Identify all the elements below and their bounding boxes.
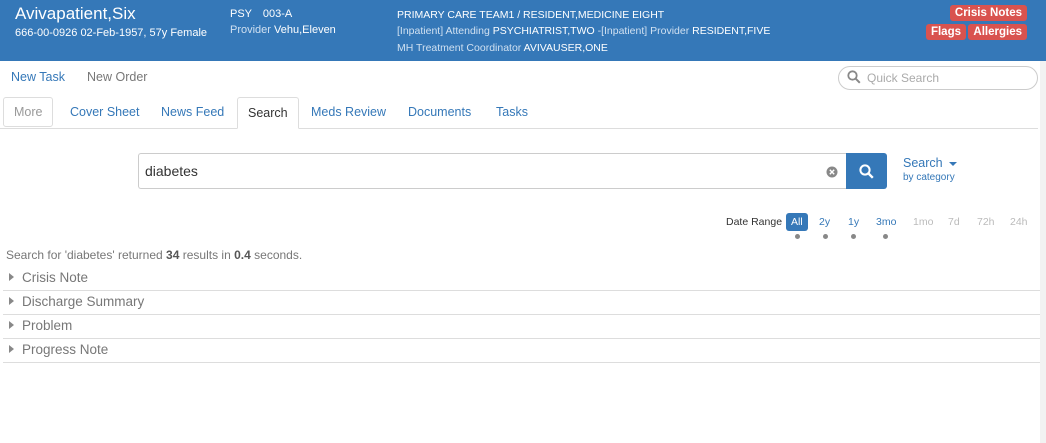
crisis-notes-badge[interactable]: Crisis Notes (949, 5, 1027, 21)
tab-more[interactable]: More (3, 97, 54, 127)
provider-info: Provider Vehu,Eleven (230, 24, 336, 36)
result-group-label: Problem (22, 318, 73, 333)
date-range-dot (795, 234, 800, 239)
date-range-dot (823, 234, 828, 239)
attending-name: PSYCHIATRIST,TWO (492, 25, 595, 37)
tab-cover-sheet[interactable]: Cover Sheet (60, 97, 149, 129)
room: 003-A (262, 8, 293, 20)
tab-news-feed[interactable]: News Feed (151, 97, 234, 129)
result-group-label: Discharge Summary (22, 294, 145, 309)
result-count: 34 (166, 248, 180, 262)
search-category-sub: by category (903, 172, 955, 183)
summary-mid: results in (182, 248, 231, 262)
expand-triangle-icon (9, 297, 14, 305)
date-range-label: Date Range (726, 216, 783, 228)
tab-search[interactable]: Search (237, 97, 299, 129)
search-icon (859, 164, 874, 179)
allergies-badge[interactable]: Allergies (968, 24, 1027, 40)
expand-triangle-icon (9, 345, 14, 353)
result-group-label: Crisis Note (22, 270, 89, 285)
date-range-dot (883, 234, 888, 239)
result-group-discharge-summary[interactable]: Discharge Summary (3, 291, 1041, 315)
clear-icon[interactable] (826, 166, 838, 178)
expand-triangle-icon (9, 273, 14, 281)
vertical-scrollbar[interactable] (1040, 61, 1046, 443)
patient-header: Avivapatient,Six 666-00-0926 02-Feb-1957… (0, 0, 1046, 61)
mh-name: AVIVAUSER,ONE (523, 42, 608, 54)
mh-coordinator: MH Treatment Coordinator AVIVAUSER,ONE (397, 42, 608, 54)
date-range-1mo: 1mo (913, 216, 934, 228)
provider-label: Provider (230, 24, 271, 36)
inpatient-provider-label: -[Inpatient] Provider (597, 25, 690, 37)
date-range-all[interactable]: All (786, 213, 808, 231)
tab-tasks[interactable]: Tasks (486, 97, 538, 129)
expand-triangle-icon (9, 321, 14, 329)
result-group-label: Progress Note (22, 342, 109, 357)
mh-label: MH Treatment Coordinator (397, 42, 522, 54)
tab-meds-review[interactable]: Meds Review (301, 97, 396, 129)
search-by-category-dropdown[interactable]: Search by category (903, 156, 973, 183)
date-range-24h: 24h (1010, 216, 1028, 228)
summary-suffix: seconds. (254, 248, 303, 262)
summary-prefix: Search for 'diabetes' returned (6, 248, 163, 262)
date-range-dot (851, 234, 856, 239)
result-group-problem[interactable]: Problem (3, 315, 1041, 339)
patient-location: PSY 003-A (230, 8, 292, 20)
provider-name: Vehu,Eleven (274, 24, 336, 36)
search-icon (847, 70, 861, 84)
search-field[interactable] (138, 153, 846, 189)
care-team: PRIMARY CARE TEAM1 / RESIDENT,MEDICINE E… (397, 9, 665, 21)
attending-info: [Inpatient] Attending PSYCHIATRIST,TWO -… (397, 25, 770, 37)
caret-down-icon (948, 161, 957, 166)
date-range-1y[interactable]: 1y (848, 213, 859, 231)
search-submit-button[interactable] (846, 153, 887, 189)
result-group-progress-note[interactable]: Progress Note (3, 339, 1041, 363)
date-range-7d: 7d (948, 216, 960, 228)
result-seconds: 0.4 (234, 248, 251, 262)
patient-name[interactable]: Avivapatient,Six (15, 4, 136, 24)
inpatient-provider-name: RESIDENT,FIVE (692, 25, 771, 37)
tab-documents[interactable]: Documents (398, 97, 481, 129)
date-range-72h: 72h (977, 216, 995, 228)
attending-label: [Inpatient] Attending (397, 25, 490, 37)
new-task-link[interactable]: New Task (11, 70, 65, 84)
search-category-label: Search (903, 156, 943, 170)
quick-search-box[interactable] (838, 66, 1038, 90)
patient-demographics: 666-00-0926 02-Feb-1957, 57y Female (15, 27, 208, 39)
result-summary: Search for 'diabetes' returned 34 result… (6, 248, 302, 262)
search-input[interactable] (145, 162, 805, 180)
flags-badge[interactable]: Flags (925, 24, 966, 40)
ward: PSY (230, 8, 252, 20)
date-range-2y[interactable]: 2y (819, 213, 830, 231)
date-range-3mo[interactable]: 3mo (876, 213, 896, 231)
quick-search-input[interactable] (867, 70, 1032, 86)
new-order-link[interactable]: New Order (87, 70, 147, 84)
result-group-crisis-note[interactable]: Crisis Note (3, 267, 1041, 291)
